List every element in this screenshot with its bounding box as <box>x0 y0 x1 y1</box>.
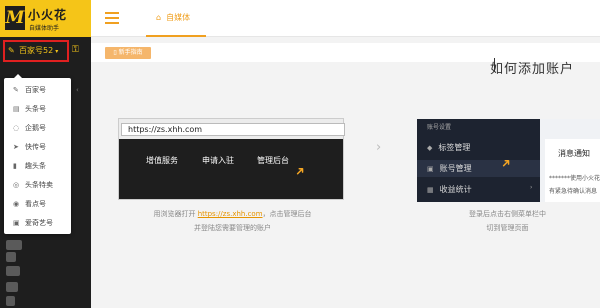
notice-line: *******使用小火花 <box>549 175 600 182</box>
document-icon: ▤ <box>13 105 20 113</box>
menu-toggle-icon[interactable] <box>105 12 119 24</box>
step1-caption-line2: 并登陆您需要管理的账户 <box>194 224 271 232</box>
platform-item-label: 看点号 <box>25 200 46 208</box>
chevron-left-icon[interactable]: ‹ <box>76 86 79 94</box>
menu-apply-join: 申请入驻 <box>202 156 234 165</box>
home-icon: ⌂ <box>156 13 162 22</box>
menu-item-label: 收益统计 <box>439 185 472 194</box>
chevron-right-icon: › <box>530 184 533 191</box>
bookmark-icon: ▮ <box>13 162 17 170</box>
brand-subtitle: 自媒体助手 <box>29 25 60 32</box>
notice-line: 有紧急待确认消息 <box>549 188 598 195</box>
logo-mark: M <box>5 6 25 30</box>
step1-caption-pre: 用浏览器打开 <box>153 210 196 218</box>
blurred-account-avatar[interactable] <box>6 282 18 292</box>
step1-caption-post: ，点击管理后台 <box>262 210 312 218</box>
step1-caption-link[interactable]: https://zs.xhh.com <box>198 210 263 218</box>
menu-admin-panel: 管理后台 <box>257 156 289 165</box>
penguin-icon: ◌ <box>13 124 20 132</box>
eye-icon: ◉ <box>13 200 20 208</box>
platform-item-toutiao[interactable]: ▤ 头条号 <box>4 101 71 118</box>
platform-item-iqiyi[interactable]: ▣ 爱奇艺号 <box>4 215 71 232</box>
platform-item-label: 百家号 <box>25 86 46 94</box>
platform-item-toutiao-temai[interactable]: ◎ 头条特卖 <box>4 177 71 194</box>
platform-item-label: 快传号 <box>25 143 46 151</box>
pointer-arrow-icon: ➜ <box>291 162 309 180</box>
chart-icon: ▦ <box>427 186 434 194</box>
account-selector[interactable]: ✎ 百家号52 ▾ <box>3 40 69 62</box>
gift-icon: ◎ <box>13 181 20 189</box>
top-bar: ⌂ 自媒体 <box>91 0 600 37</box>
platform-item-label: 企鹅号 <box>25 124 46 132</box>
step2-screenshot: 账号设置 ◆ 标签管理 ▣ 账号管理 ▦ 收益统计 › 消息通知 *******使用小… <box>417 119 600 202</box>
step1-screenshot: https://zs.xhh.com 增值服务 申请入驻 管理后台 ➜ <box>118 118 345 200</box>
send-icon: ➤ <box>13 143 19 151</box>
menu-item-label: 账号管理 <box>439 164 472 173</box>
tab-label: 自媒体 <box>166 13 191 22</box>
blurred-account-avatar[interactable] <box>6 296 15 306</box>
tab-media[interactable]: ⌂ 自媒体 <box>146 0 206 37</box>
menu-account-management: ▣ 账号管理 <box>427 163 472 174</box>
platform-item-qie[interactable]: ◌ 企鹅号 <box>4 120 71 137</box>
platform-item-label: 爱奇艺号 <box>25 219 53 227</box>
guide-title: 如何添加账户 <box>490 62 575 77</box>
lock-icon[interactable]: ⚿ <box>72 45 79 55</box>
step2-caption: 登录后点击右侧菜单栏中 切到管理页面 <box>415 207 600 235</box>
video-icon: ▣ <box>13 219 20 227</box>
step2-caption-line2: 切到管理页面 <box>486 224 529 232</box>
beginner-guide-label: 新手指南 <box>118 49 143 56</box>
brand-logo[interactable]: M 小火花 自媒体助手 <box>0 0 91 37</box>
platform-item-label: 头条特卖 <box>25 181 53 189</box>
menu-revenue-stats: ▦ 收益统计 <box>427 184 472 195</box>
pen-icon: ✎ <box>8 46 15 55</box>
url-field: https://zs.xhh.com <box>121 123 345 136</box>
browser-address-bar: https://zs.xhh.com <box>119 119 345 139</box>
platform-dropdown-menu: ✎ 百家号 ▤ 头条号 ◌ 企鹅号 ➤ 快传号 ▮ 趣头条 ◎ 头条特卖 ◉ 看点号 ▣ 爱奇艺… <box>4 74 71 234</box>
blurred-account-avatar[interactable] <box>6 266 20 276</box>
notice-title: 消息通知 <box>558 149 590 158</box>
tag-icon: ◆ <box>427 144 433 152</box>
step1-caption: 用浏览器打开 https://zs.xhh.com，点击管理后台 并登陆您需要管… <box>130 207 335 235</box>
brand-title: 小火花 <box>28 8 68 22</box>
blurred-account-avatar[interactable] <box>6 252 16 262</box>
beginner-guide-button[interactable]: ▯ 新手指南 <box>105 47 151 59</box>
platform-item-kuaichuan[interactable]: ➤ 快传号 <box>4 139 71 156</box>
chevron-right-icon[interactable]: › <box>376 140 381 155</box>
pen-icon: ✎ <box>13 86 19 94</box>
platform-item-kandian[interactable]: ◉ 看点号 <box>4 196 71 213</box>
person-icon: ▣ <box>427 165 434 173</box>
account-settings-header: 账号设置 <box>427 124 452 131</box>
blurred-account-avatar[interactable] <box>6 240 22 250</box>
platform-item-label: 头条号 <box>25 105 46 113</box>
chevron-down-icon: ▾ <box>55 48 59 55</box>
platform-item-qutoutiao[interactable]: ▮ 趣头条 <box>4 158 71 175</box>
platform-item-baijiahao[interactable]: ✎ 百家号 <box>4 82 71 99</box>
platform-item-label: 趣头条 <box>25 162 46 170</box>
step2-caption-line1: 登录后点击右侧菜单栏中 <box>469 210 546 218</box>
menu-tag-management: ◆ 标签管理 <box>427 142 470 153</box>
sidebar: M 小火花 自媒体助手 ✎ 百家号52 ▾ ⚿ ✎ 百家号 ▤ 头条号 ◌ 企鹅号 ➤ 快… <box>0 0 91 308</box>
menu-value-added-service: 增值服务 <box>146 156 178 165</box>
book-icon: ▯ <box>113 49 117 56</box>
account-selector-label: 百家号52 <box>19 46 54 55</box>
menu-item-label: 标签管理 <box>438 143 471 152</box>
